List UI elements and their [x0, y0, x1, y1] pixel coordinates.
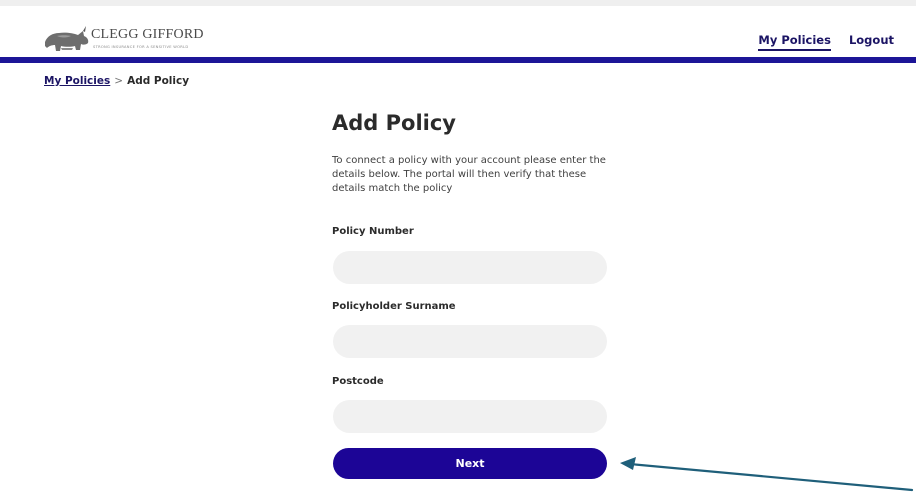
policyholder-surname-input[interactable]: [333, 325, 607, 358]
next-button[interactable]: Next: [333, 448, 607, 479]
breadcrumb-separator: >: [114, 75, 124, 87]
breadcrumb-current: Add Policy: [127, 75, 190, 87]
nav-logout[interactable]: Logout: [849, 33, 894, 51]
postcode-input[interactable]: [333, 400, 607, 433]
brand-name: CLEGG GIFFORD: [91, 27, 204, 42]
arrow-pointer-icon: [620, 457, 914, 492]
brand-logo[interactable]: CLEGG GIFFORD STRONG INSURANCE FOR A SEN…: [43, 24, 223, 54]
postcode-label: Postcode: [332, 376, 384, 387]
rhino-icon: [45, 26, 89, 51]
breadcrumb: My Policies > Add Policy: [44, 75, 189, 87]
policy-number-label: Policy Number: [332, 226, 414, 237]
header-accent-bar: [0, 57, 916, 63]
page-title: Add Policy: [332, 111, 456, 135]
policy-number-input[interactable]: [333, 251, 607, 284]
site-header: CLEGG GIFFORD STRONG INSURANCE FOR A SEN…: [0, 6, 916, 57]
nav-my-policies[interactable]: My Policies: [758, 33, 831, 51]
intro-text: To connect a policy with your account pl…: [332, 155, 606, 194]
policyholder-surname-label: Policyholder Surname: [332, 301, 456, 312]
top-nav: My Policies Logout: [758, 33, 894, 51]
brand-tagline: STRONG INSURANCE FOR A SENSITIVE WORLD: [93, 45, 189, 49]
breadcrumb-my-policies[interactable]: My Policies: [44, 75, 110, 87]
